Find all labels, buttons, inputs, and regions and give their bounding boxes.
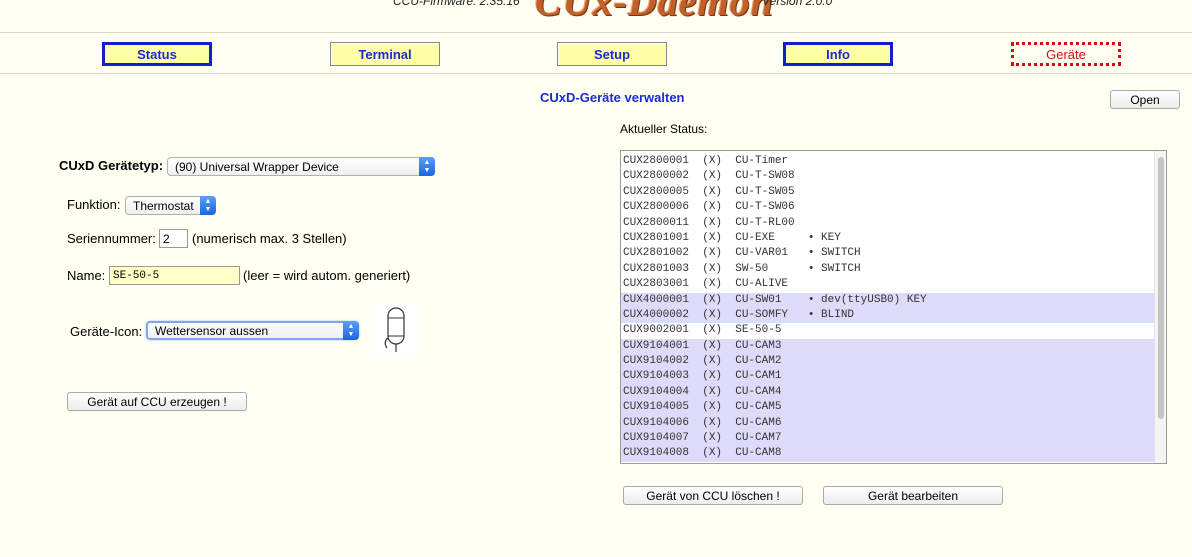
device-list-item[interactable]: CUX2801001 (X) CU-EXE • KEY: [621, 231, 1154, 246]
device-list-item[interactable]: CUX9104003 (X) CU-CAM1: [621, 369, 1154, 385]
serial-hint: (numerisch max. 3 Stellen): [192, 231, 347, 246]
name-input[interactable]: SE-50-5: [109, 266, 240, 285]
nav-setup-button[interactable]: Setup: [557, 42, 667, 66]
device-list-item[interactable]: CUX9104007 (X) CU-CAM7: [621, 431, 1154, 447]
edit-device-button[interactable]: Gerät bearbeiten: [823, 486, 1003, 505]
device-list-item[interactable]: CUX2803001 (X) CU-ALIVE: [621, 277, 1154, 292]
page-title: CUxD-Geräte verwalten: [540, 90, 685, 105]
device-list-item[interactable]: CUX9104004 (X) CU-CAM4: [621, 384, 1154, 401]
device-list-item[interactable]: CUX2800005 (X) CU-T-SW05: [621, 185, 1154, 200]
icon-label: Geräte-Icon:: [70, 324, 143, 339]
open-button[interactable]: Open: [1110, 90, 1180, 109]
nav-geraete-button[interactable]: Geräte: [1011, 42, 1121, 66]
device-list-item[interactable]: CUX4000001 (X) CU-SW01 • dev(ttyUSB0) KE…: [621, 292, 1154, 308]
function-value: Thermostat: [133, 198, 194, 213]
device-list-item[interactable]: CUX2800006 (X) CU-T-SW06: [621, 200, 1154, 215]
device-list-items: CUX2800001 (X) CU-Timer CUX2800002 (X) CU…: [621, 154, 1154, 462]
icon-value: Wettersensor aussen: [155, 323, 269, 338]
firmware-label: CCU-Firmware: 2.35.16: [393, 0, 520, 8]
delete-device-button[interactable]: Gerät von CCU löschen !: [623, 486, 803, 505]
device-list-item[interactable]: CUX2800002 (X) CU-T-SW08: [621, 169, 1154, 184]
weather-sensor-icon: [373, 302, 419, 358]
device-list-item[interactable]: CUX9002001 (X) SE-50-5: [621, 323, 1154, 338]
device-list-item[interactable]: CUX9104005 (X) CU-CAM5: [621, 400, 1154, 416]
version-label: Version 2.0.0: [762, 0, 833, 8]
device-list-item[interactable]: CUX2801003 (X) SW-50 • SWITCH: [621, 262, 1154, 277]
list-scrollbar-thumb[interactable]: [1158, 157, 1164, 419]
create-device-button[interactable]: Gerät auf CCU erzeugen !: [67, 392, 247, 411]
function-label: Funktion:: [67, 197, 121, 212]
serial-label: Seriennummer:: [67, 231, 156, 246]
device-list-item[interactable]: CUX2800011 (X) CU-T-RL00: [621, 216, 1154, 231]
name-hint: (leer = wird autom. generiert): [243, 268, 411, 283]
device-list-item[interactable]: CUX9104008 (X) CU-CAM8: [621, 446, 1154, 462]
icon-select[interactable]: Wettersensor aussen ▲ ▼: [146, 321, 359, 340]
header-bar: CCU-Firmware: 2.35.16 CUx-Daemon Version…: [0, 0, 1192, 33]
device-list-item[interactable]: CUX9104001 (X) CU-CAM3: [621, 338, 1154, 355]
nav-terminal-button[interactable]: Terminal: [330, 42, 440, 66]
device-list-item[interactable]: CUX4000002 (X) CU-SOMFY • BLIND: [621, 307, 1154, 324]
device-type-select[interactable]: (90) Universal Wrapper Device ▲ ▼: [167, 157, 435, 176]
function-select[interactable]: Thermostat ▲ ▼: [125, 196, 216, 215]
cux-daemon-logo: CUx-Daemon: [535, 0, 774, 24]
list-scrollbar[interactable]: [1154, 151, 1166, 463]
name-label: Name:: [67, 268, 106, 283]
select-arrows-icon: ▲ ▼: [343, 321, 359, 340]
device-type-value: (90) Universal Wrapper Device: [175, 159, 339, 174]
device-type-label: CUxD Gerätetyp:: [59, 158, 164, 173]
device-list-item[interactable]: CUX2801002 (X) CU-VAR01 • SWITCH: [621, 246, 1154, 261]
nav-status-button[interactable]: Status: [102, 42, 212, 66]
device-list-item[interactable]: CUX2800001 (X) CU-Timer: [621, 154, 1154, 169]
nav-bar: Status Terminal Setup Info Geräte: [0, 33, 1192, 74]
select-arrows-icon: ▲ ▼: [419, 157, 435, 176]
device-status-list[interactable]: CUX2800001 (X) CU-Timer CUX2800002 (X) CU…: [620, 150, 1167, 464]
nav-info-button[interactable]: Info: [783, 42, 893, 66]
device-list-item[interactable]: CUX9104006 (X) CU-CAM6: [621, 415, 1154, 432]
device-list-item[interactable]: CUX9104002 (X) CU-CAM2: [621, 354, 1154, 370]
status-label: Aktueller Status:: [620, 122, 708, 136]
select-arrows-icon: ▲ ▼: [200, 196, 216, 215]
serial-input[interactable]: 2: [159, 229, 188, 248]
